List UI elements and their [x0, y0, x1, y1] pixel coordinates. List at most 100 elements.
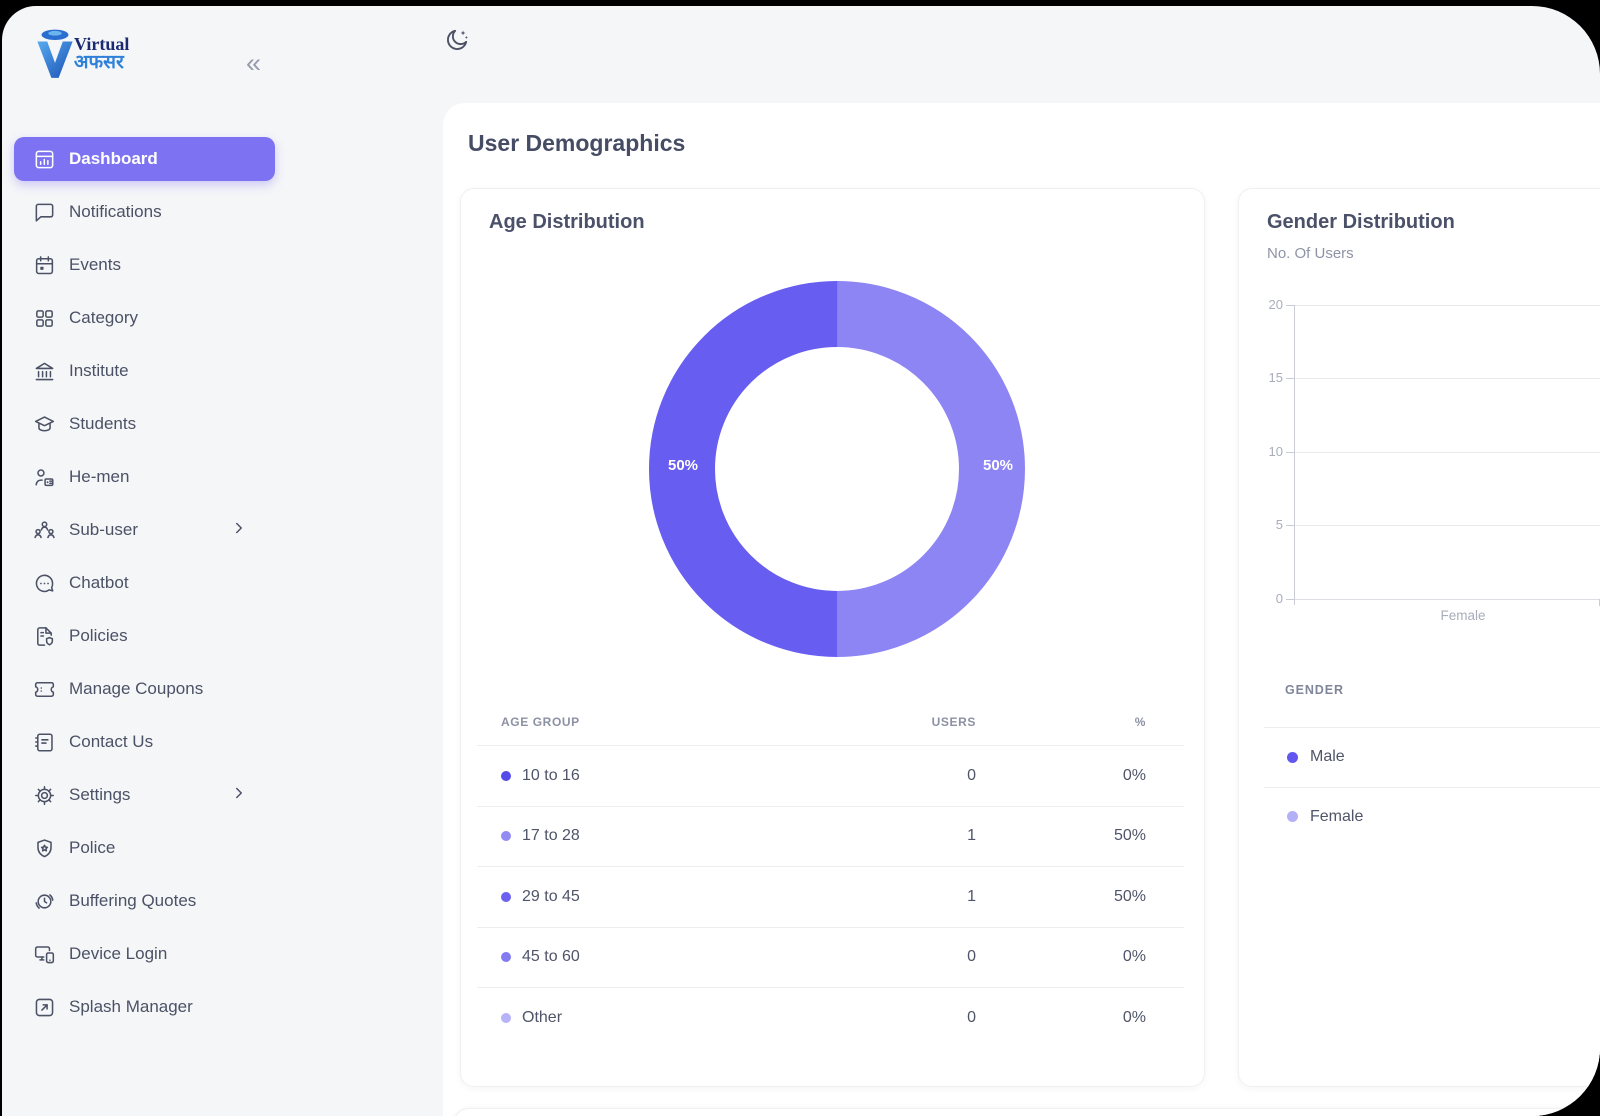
message-dots-icon	[33, 572, 56, 595]
users-cell: 0	[886, 767, 976, 785]
col-percent: %	[976, 715, 1146, 729]
legend-row-male: Male	[1264, 727, 1600, 787]
age-distribution-card: Age Distribution 50% 50% AGE GROUP USERS…	[460, 188, 1205, 1087]
y-axis-line	[1294, 305, 1295, 605]
gridline	[1294, 305, 1600, 306]
dark-mode-toggle[interactable]	[443, 27, 470, 59]
sidebar-item-policies[interactable]: Policies	[14, 614, 275, 658]
app-window: Virtual अफसर « Dashboard Notifications E…	[2, 6, 1600, 1116]
sidebar-item-dashboard[interactable]: Dashboard	[14, 137, 275, 181]
sidebar-item-label: Police	[69, 838, 115, 858]
sidebar-item-institute[interactable]: Institute	[14, 349, 275, 393]
age-table: AGE GROUP USERS % 10 to 16 0 0% 17 to 28…	[477, 699, 1184, 1048]
sidebar-item-label: Contact Us	[69, 732, 153, 752]
message-square-icon	[33, 201, 56, 224]
series-color-dot	[501, 892, 511, 902]
sidebar: Virtual अफसर « Dashboard Notifications E…	[2, 6, 443, 1116]
main-panel: User Demographics Age Distribution 50% 5…	[443, 103, 1600, 1116]
x-axis-line	[1294, 599, 1600, 600]
shield-star-icon	[33, 837, 56, 860]
graduation-cap-icon	[33, 413, 56, 436]
series-color-dot	[501, 831, 511, 841]
sidebar-nav: Dashboard Notifications Events Category …	[14, 137, 275, 1038]
gender-legend: Male Female	[1264, 727, 1600, 846]
age-group-cell: 29 to 45	[501, 888, 886, 906]
sidebar-item-label: He-men	[69, 467, 129, 487]
age-donut-chart: 50% 50%	[647, 279, 1027, 659]
y-tick-mark	[1286, 452, 1294, 453]
gridline	[1294, 452, 1600, 453]
percent-cell: 0%	[976, 767, 1146, 785]
ticket-icon	[33, 678, 56, 701]
address-book-icon	[33, 731, 56, 754]
page-title: User Demographics	[468, 130, 685, 157]
sidebar-item-buffering-quotes[interactable]: Buffering Quotes	[14, 879, 275, 923]
age-table-header: AGE GROUP USERS %	[477, 699, 1184, 745]
y-tick-label: 20	[1239, 297, 1283, 312]
sidebar-item-notifications[interactable]: Notifications	[14, 190, 275, 234]
sidebar-item-label: Chatbot	[69, 573, 129, 593]
y-tick-label: 15	[1239, 370, 1283, 385]
sidebar-item-manage-coupons[interactable]: Manage Coupons	[14, 667, 275, 711]
clock-icon	[33, 890, 56, 913]
donut-slice-label-left: 50%	[653, 457, 713, 474]
legend-label: Male	[1310, 748, 1345, 766]
calendar-icon	[33, 254, 56, 277]
sidebar-item-students[interactable]: Students	[14, 402, 275, 446]
users-cell: 1	[886, 888, 976, 906]
legend-label: Female	[1310, 808, 1363, 826]
gender-card-title: Gender Distribution	[1267, 211, 1455, 234]
y-tick-label: 5	[1239, 517, 1283, 532]
y-tick-mark	[1286, 378, 1294, 379]
sidebar-item-sub-user[interactable]: Sub-user	[14, 508, 275, 552]
age-group-cell: 45 to 60	[501, 948, 886, 966]
brand-v-icon	[30, 26, 80, 82]
gridline	[1294, 378, 1600, 379]
sidebar-item-label: Settings	[69, 785, 130, 805]
sidebar-item-label: Splash Manager	[69, 997, 193, 1017]
sidebar-item-chatbot[interactable]: Chatbot	[14, 561, 275, 605]
table-row: Other 0 0%	[477, 987, 1184, 1048]
chevron-right-icon	[230, 784, 261, 807]
series-color-dot	[501, 771, 511, 781]
sidebar-item-category[interactable]: Category	[14, 296, 275, 340]
users-cell: 1	[886, 827, 976, 845]
col-users: USERS	[886, 715, 976, 729]
bank-icon	[33, 360, 56, 383]
gender-legend-header: GENDER	[1285, 683, 1344, 697]
percent-cell: 0%	[976, 1009, 1146, 1027]
sidebar-item-label: Policies	[69, 626, 128, 646]
table-row: 45 to 60 0 0%	[477, 927, 1184, 988]
age-group-cell: Other	[501, 1009, 886, 1027]
devices-icon	[33, 943, 56, 966]
sidebar-item-label: Sub-user	[69, 520, 138, 540]
sidebar-item-contact-us[interactable]: Contact Us	[14, 720, 275, 764]
percent-cell: 50%	[976, 888, 1146, 906]
sidebar-item-label: Category	[69, 308, 138, 328]
users-group-icon	[33, 519, 56, 542]
y-tick-mark	[1286, 599, 1294, 600]
table-row: 17 to 28 1 50%	[477, 806, 1184, 867]
users-cell: 0	[886, 1009, 976, 1027]
brand-logo[interactable]: Virtual अफसर	[30, 26, 129, 82]
y-tick-label: 10	[1239, 444, 1283, 459]
sidebar-item-settings[interactable]: Settings	[14, 773, 275, 817]
series-color-dot	[501, 1013, 511, 1023]
x-category-label: Female	[1403, 608, 1523, 623]
sidebar-item-label: Students	[69, 414, 136, 434]
sidebar-item-splash-manager[interactable]: Splash Manager	[14, 985, 275, 1029]
percent-cell: 50%	[976, 827, 1146, 845]
donut-slice-label-right: 50%	[968, 457, 1028, 474]
female-color-dot	[1287, 811, 1298, 822]
sidebar-item-events[interactable]: Events	[14, 243, 275, 287]
gender-card-subtitle: No. Of Users	[1267, 245, 1354, 262]
sidebar-item-police[interactable]: Police	[14, 826, 275, 870]
grid-icon	[33, 307, 56, 330]
sidebar-item-he-men[interactable]: He-men	[14, 455, 275, 499]
sidebar-collapse-icon[interactable]: «	[246, 48, 261, 79]
gender-distribution-card: Gender Distribution No. Of Users 20 15 1…	[1238, 188, 1600, 1087]
brand-name: Virtual	[74, 35, 129, 54]
sidebar-item-device-login[interactable]: Device Login	[14, 932, 275, 976]
user-badge-icon	[33, 466, 56, 489]
chevron-right-icon	[230, 519, 261, 542]
